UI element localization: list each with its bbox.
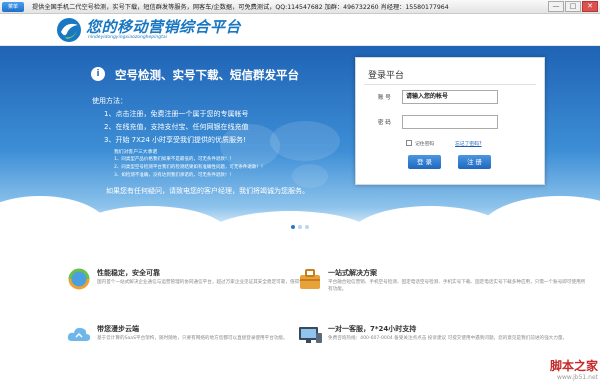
watermark-url: www.jb51.net	[557, 374, 598, 381]
feature-title: 带您漫步云端	[97, 325, 139, 333]
computer-support-icon	[299, 327, 322, 343]
info-icon: i	[91, 67, 105, 81]
logo-swirl-icon	[57, 18, 81, 42]
window-titlebar: 菜单 提供全国手机二代空号检测，实号下载，短信群发等服务，网客车/企数据，可免费…	[0, 0, 600, 14]
login-panel: 登录平台 账 号 请输入您的帐号 密 码 记住密码 忘记了密码? 登 录 注 册	[355, 57, 545, 185]
remember-password-label: 记住密码	[415, 142, 435, 147]
account-input[interactable]: 请输入您的帐号	[402, 90, 498, 104]
feature-description: 平台融合短信营销、手机空号检测、固定电话空号检测、手机实号下载、固定电话实号下载…	[328, 280, 586, 292]
usage-steps: 1、点击注册，免费注册一个属于您的专属帐号 2、在线充值，支持支付宝、任何网银在…	[104, 108, 248, 147]
cloud-sync-icon	[67, 327, 91, 341]
maximize-button[interactable]: □	[565, 1, 581, 12]
feature-title: 一对一客服，7*24小时支持	[328, 325, 417, 333]
watermark: 脚本之家 www.jb51.net	[506, 357, 598, 381]
feature-description: 免费咨询热线：400-607-0004 备受关注点点击 投诉建议 可提交使用中遇…	[328, 336, 568, 341]
password-input[interactable]	[402, 115, 498, 129]
carousel-dots	[291, 225, 309, 229]
logo-title: 您的移动营销综合平台	[86, 18, 242, 36]
usage-step: 2、在线充值，支持支付宝、任何网银在线充值	[104, 123, 249, 131]
logo-subtitle: nindeyidongyingxiaozonghepingtai	[88, 35, 167, 40]
header: 您的移动营销综合平台 nindeyidongyingxiaozongheping…	[0, 14, 600, 46]
promise-item: 3、如检测不准确，没有达到我们承诺的，可无条件退款！！	[114, 173, 234, 178]
window-controls: — □ ✕	[548, 1, 598, 12]
minimize-button[interactable]: —	[548, 1, 564, 12]
toolbox-icon	[300, 269, 320, 289]
feature-title: 一站式解决方案	[328, 269, 377, 277]
promise-item: 2、同类型空号检测平台我们的检测结果如有准确性问题，可无条件退款！！	[114, 165, 266, 170]
carousel-dot[interactable]	[305, 225, 309, 229]
close-button[interactable]: ✕	[582, 1, 598, 12]
feature-description: 国内首个一站式解决企业通信与运营管理的协同通信平台，超过万家企业见证其安全稳定可…	[97, 280, 313, 285]
password-label: 密 码	[378, 120, 391, 126]
promise-item: 1、同类型产品价格我们如果不是最低的，可无条件退款！！	[114, 157, 234, 162]
usage-step: 3、开始 7X24 小时享受我们提供的优质服务!	[104, 136, 246, 144]
menu-button[interactable]: 菜单	[2, 1, 24, 12]
register-button[interactable]: 注 册	[458, 155, 491, 169]
login-title: 登录平台	[368, 71, 405, 81]
divider	[364, 84, 536, 85]
banner-title: 空号检测、实号下载、短信群发平台	[115, 68, 299, 82]
feature-title: 性能稳定，安全可靠	[97, 269, 160, 277]
promises-title: 我们对客户三大承诺	[114, 150, 158, 155]
remember-password-checkbox[interactable]	[406, 140, 412, 146]
usage-label: 使用方法：	[92, 97, 127, 105]
watermark-title: 脚本之家	[549, 359, 598, 373]
forgot-password-link[interactable]: 忘记了密码?	[455, 140, 482, 147]
globe-arrows-icon	[68, 268, 90, 290]
carousel-dot[interactable]	[298, 225, 302, 229]
promises-list: 1、同类型产品价格我们如果不是最低的，可无条件退款！！ 2、同类型空号检测平台我…	[114, 156, 265, 180]
feature-description: 基于云计算的SaaS平台架构，随时随地，只要有网络的地方您都可以直接登录使用平台…	[97, 336, 288, 341]
info-marquee: 提供全国手机二代空号检测，实号下载，短信群发等服务，网客车/企数据，可免费测试，…	[32, 4, 449, 11]
account-label: 账 号	[378, 95, 391, 101]
usage-step: 1、点击注册，免费注册一个属于您的专属帐号	[104, 110, 249, 118]
login-button[interactable]: 登 录	[408, 155, 441, 169]
carousel-dot[interactable]	[291, 225, 295, 229]
banner-footer-text: 如果您有任何疑问，请致电您的客户经理，我们将竭诚为您服务。	[106, 187, 309, 195]
